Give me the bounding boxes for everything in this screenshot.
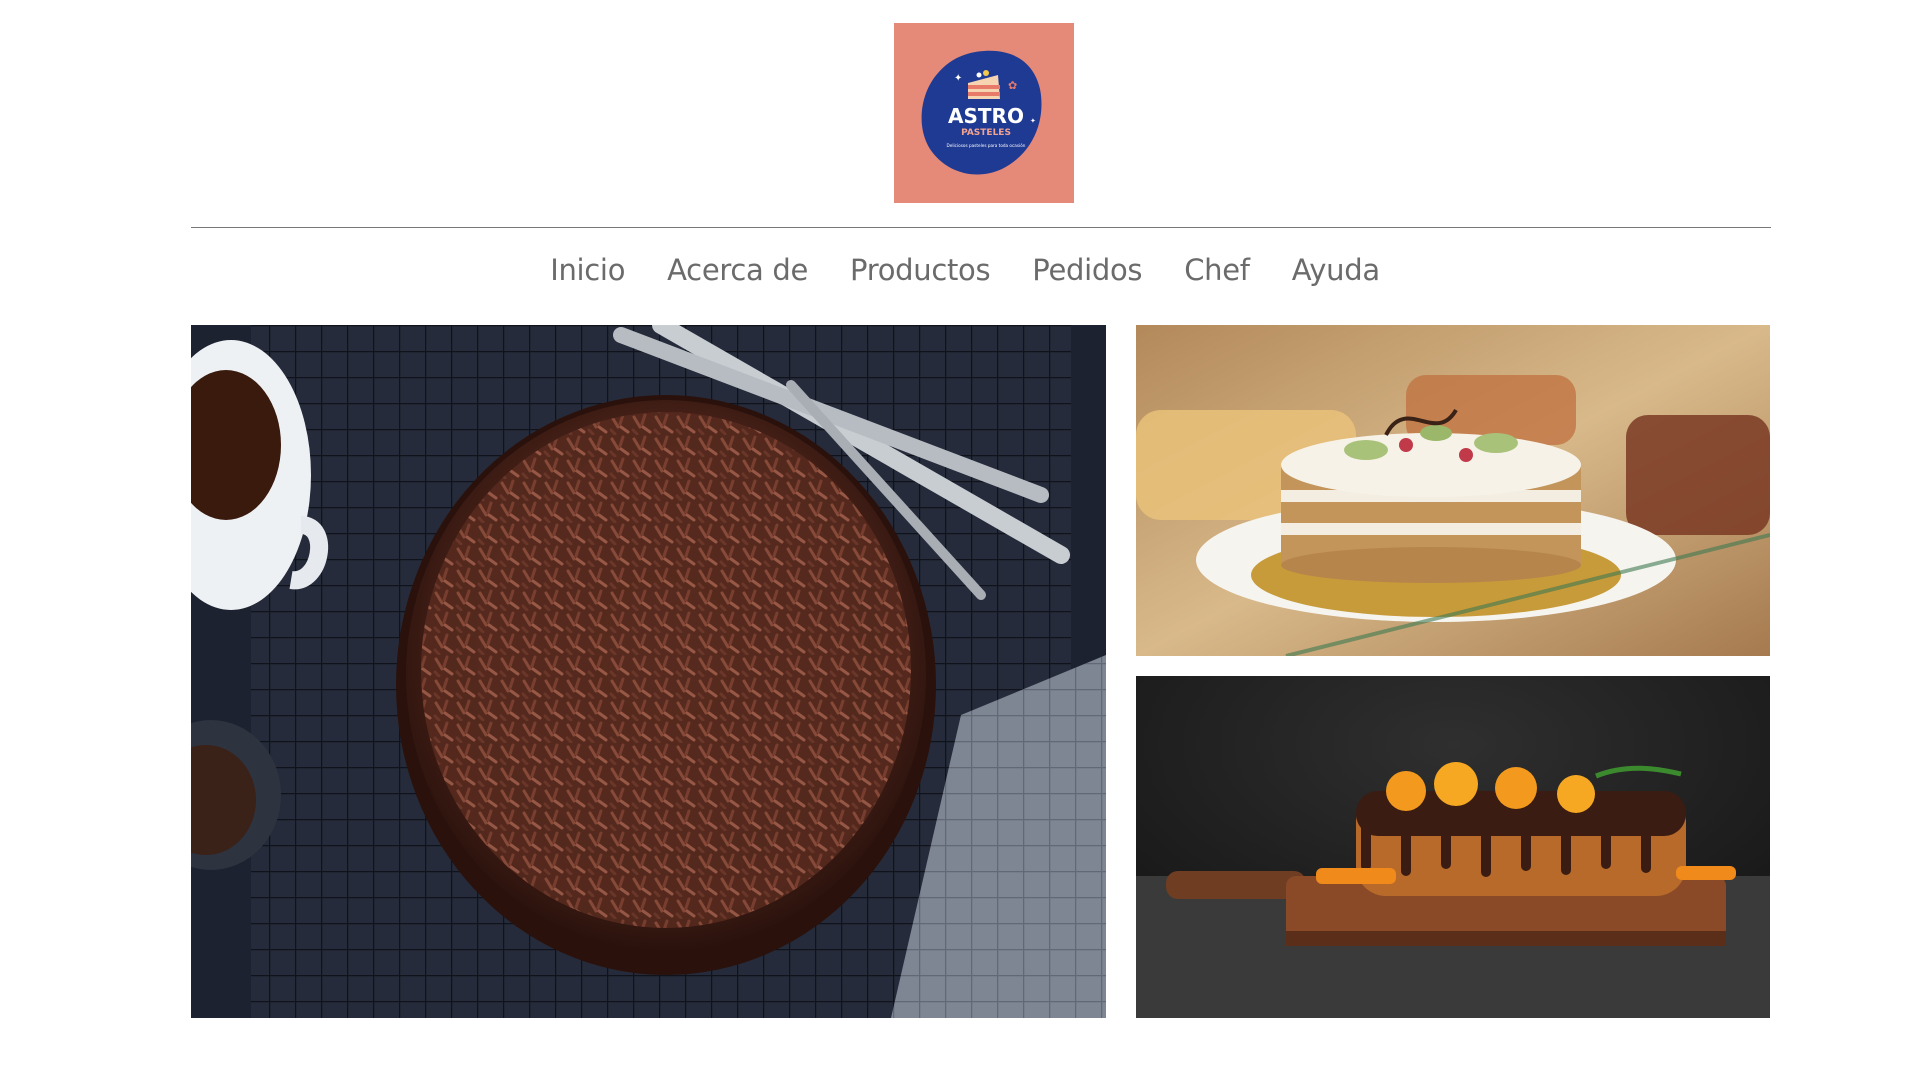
svg-text:✿: ✿ [1008,79,1017,92]
chocolate-cake-photo [191,325,1106,1018]
logo-subtitle: PASTELES [961,128,1011,138]
nav-item-acerca-de[interactable]: Acerca de [667,253,808,287]
svg-text:✦: ✦ [1030,117,1036,125]
main-nav: Inicio Acerca de Productos Pedidos Chef … [0,248,1920,292]
header-divider [191,227,1771,228]
layered-cream-cake-photo [1136,325,1770,656]
logo-title: ASTRO [948,104,1024,128]
svg-text:✦: ✦ [954,73,962,84]
page: ✦ ✿ ✦ ASTRO PASTELES Deliciosos pasteles… [0,0,1920,1080]
nav-item-inicio[interactable]: Inicio [550,253,625,287]
orange-loaf-cake-photo [1136,676,1770,1018]
logo-tagline: Deliciosos pasteles para toda ocasión [947,143,1026,148]
site-logo[interactable]: ✦ ✿ ✦ ASTRO PASTELES Deliciosos pasteles… [894,23,1074,203]
nav-item-ayuda[interactable]: Ayuda [1292,253,1380,287]
nav-item-productos[interactable]: Productos [850,253,991,287]
logo-graphic: ✦ ✿ ✦ ASTRO PASTELES Deliciosos pasteles… [894,23,1074,203]
nav-item-pedidos[interactable]: Pedidos [1032,253,1142,287]
nav-item-chef[interactable]: Chef [1184,253,1250,287]
